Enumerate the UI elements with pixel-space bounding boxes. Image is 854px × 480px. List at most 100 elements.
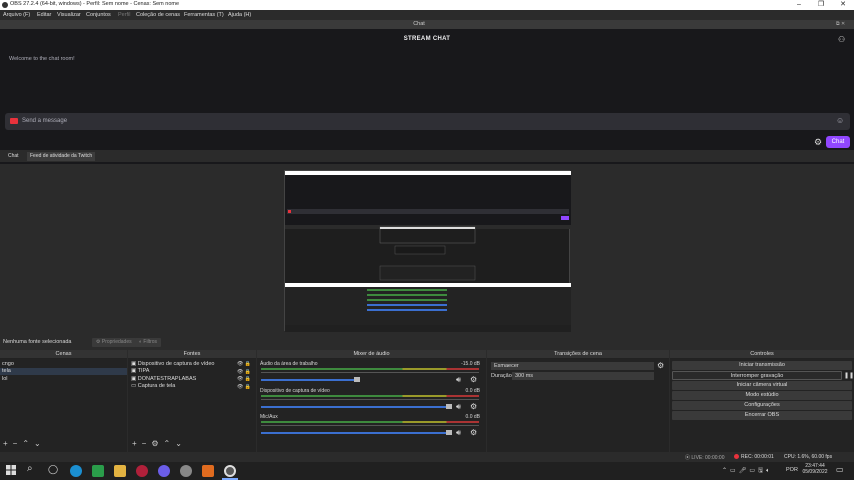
controls-dock-header: Controles [670,350,854,359]
search-icon[interactable]: ⌕ [27,463,33,474]
pause-icon[interactable]: ❚❚ [844,372,854,379]
clock-date: 05/09/2022 [802,469,828,475]
volume-slider[interactable] [261,379,357,381]
language-indicator[interactable]: POR [786,467,798,473]
scene-item[interactable]: lol [2,376,8,382]
menu-docks[interactable]: Conjuntos [86,12,111,18]
rec-dot-icon [734,454,739,459]
task-view-icon[interactable]: ◯ [48,464,58,475]
scene-item-selected[interactable]: tela [0,368,127,375]
duration-label: Duração [491,373,512,379]
settings-button[interactable]: Configurações [672,401,852,410]
video-icon [10,118,18,124]
source-name: TIPA [137,368,150,374]
cpu-fps: CPU: 1.6%, 60.00 fps [784,454,833,460]
live-time: LIVE: 00:00:00 [691,455,725,461]
filters-label: Filtros [143,339,158,345]
transitions-dock-header: Transições de cena [487,350,669,359]
duration-input[interactable]: 300 ms [512,372,654,380]
app-icon[interactable] [202,465,214,477]
source-item[interactable]: ▣ Dispositivo de captura de vídeo [131,361,214,367]
chrome-icon[interactable] [158,465,170,477]
exit-obs-button[interactable]: Encerrar OBS [672,411,852,420]
chat-input[interactable]: Send a message ☺ [5,113,850,130]
status-bar: ⦿ LIVE: 00:00:00 REC: 00:00:01 CPU: 1.6%… [0,452,854,462]
steam-icon[interactable] [180,465,192,477]
visibility-lock-icons[interactable]: 👁 🔒 👁 🔒 👁 🔒 👁 🔒 [237,361,251,391]
stop-recording-button[interactable]: Interromper gravação [672,371,842,380]
close-icon[interactable]: ✕ [832,0,854,10]
menu-scene-collection[interactable]: Coleção de cenas [136,12,180,18]
window-title: OBS 27.2.4 (64-bit, windows) - Perfil: S… [10,1,180,7]
volume-handle[interactable] [446,404,452,409]
menu-edit[interactable]: Editar [37,12,51,18]
minimize-icon[interactable]: – [788,0,810,10]
title-bar: OBS 27.2.4 (64-bit, windows) - Perfil: S… [0,0,854,10]
scene-toolbar[interactable]: +−⌃⌄ [3,439,46,448]
explorer-icon[interactable] [114,465,126,477]
opera-icon[interactable] [136,465,148,477]
audio-meter [261,368,479,370]
speaker-icon[interactable]: 🔊︎ [456,402,461,412]
studio-mode-button[interactable]: Modo estúdio [672,391,852,400]
obs-taskbar-icon[interactable] [224,465,236,477]
properties-label: Propriedades [101,339,132,345]
monitor-icon: ▭ [131,383,137,389]
source-item[interactable]: ▭ Captura de tela [131,383,175,389]
menu-view[interactable]: Visualizar [57,12,81,18]
source-name: DONATESTRAPLABAS [137,376,197,382]
edge-icon[interactable] [70,465,82,477]
speaker-icon[interactable]: 🔊︎ [456,428,461,438]
clock[interactable]: 23:47:44 05/09/2022 [802,463,828,475]
volume-handle[interactable] [446,430,452,435]
menu-profile[interactable]: Perfil [118,12,131,18]
maximize-icon[interactable]: ❐ [810,0,832,10]
track-db: 0.0 dB [465,388,480,394]
windows-start-icon[interactable] [6,465,16,475]
chat-input-placeholder: Send a message [22,118,68,124]
track-db: -15.0 dB [461,361,480,367]
rec-time: REC: 00:00:01 [741,454,774,460]
menu-help[interactable]: Ajuda (H) [228,12,251,18]
scenes-dock-header: Cenas [0,350,127,359]
broadcast-icon: ⦿ [685,455,691,461]
tab-chat[interactable]: Chat [5,152,22,161]
properties-button[interactable]: ⚙ Propriedades [92,338,136,347]
sources-title: Fontes [183,351,201,357]
store-icon[interactable] [92,465,104,477]
menu-tools[interactable]: Ferramentas (T) [184,12,224,18]
chat-send-button[interactable]: Chat [826,136,850,148]
notifications-icon[interactable]: ▭ [836,465,844,474]
gear-icon[interactable]: ⚙ [470,375,477,384]
system-tray-icons[interactable]: ⌃▭🎤︎▭🖫🔈︎ [722,466,773,476]
mixer-dock-header: Mixer de áudio [257,350,486,359]
meter-scale [261,399,479,400]
chat-dock-header: Chat ⧉ ✕ [0,20,854,29]
start-streaming-button[interactable]: Iniciar transmissão [672,361,852,370]
tab-twitch-activity[interactable]: Feed de atividade da Twitch [27,152,96,161]
transition-select[interactable]: Esmaecer [491,362,654,370]
users-icon[interactable]: ⚇ [838,35,845,44]
start-virtual-camera-button[interactable]: Iniciar câmera virtual [672,381,852,390]
speaker-icon[interactable]: 🔊︎ [456,375,461,385]
source-name: Captura de tela [137,383,176,389]
transition-gear-icon[interactable]: ⚙ [657,361,664,370]
gear-icon[interactable]: ⚙ [470,402,477,411]
source-item[interactable]: ▣ DONATESTRAPLABAS [131,376,196,382]
scene-item[interactable]: cngo [2,361,14,367]
duration-value: 300 ms [515,373,534,379]
undock-icon[interactable]: ⧉ ✕ [836,21,845,27]
emote-icon[interactable]: ☺ [836,116,844,125]
volume-handle[interactable] [354,377,360,382]
camera-icon: ▣ [131,361,137,367]
volume-slider[interactable] [261,432,449,434]
volume-slider[interactable] [261,406,449,408]
source-toolbar-buttons[interactable]: +−⚙⌃⌄ [132,439,187,448]
chat-dock-title: Chat [413,21,425,27]
live-status: ⦿ LIVE: 00:00:00 [685,454,725,461]
source-item[interactable]: ▣ TIPA [131,368,149,374]
settings-gear-icon[interactable]: ⚙ [814,137,822,147]
gear-icon[interactable]: ⚙ [470,428,477,437]
menu-file[interactable]: Arquivo (F) [3,12,30,18]
filters-button[interactable]: ◐ Filtros [135,338,162,347]
